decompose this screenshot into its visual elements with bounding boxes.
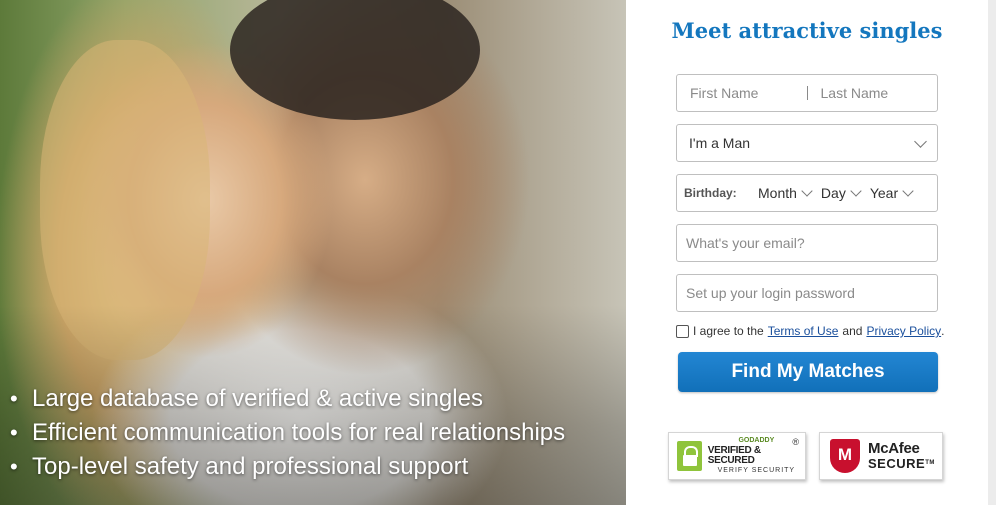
terms-agreement: I agree to the Terms of Use and Privacy … — [676, 324, 944, 338]
email-input[interactable] — [677, 225, 937, 261]
find-matches-button[interactable]: Find My Matches — [678, 352, 938, 392]
chevron-down-icon — [902, 185, 914, 197]
godaddy-badge[interactable]: GODADDY VERIFIED & SECURED VERIFY SECURI… — [668, 432, 806, 480]
feature-item: • Top-level safety and professional suppo… — [10, 453, 469, 480]
birthday-day-select[interactable]: Day — [821, 185, 862, 201]
birthday-month-select[interactable]: Month — [758, 185, 813, 201]
lock-icon — [677, 441, 702, 471]
password-input[interactable] — [677, 275, 937, 311]
page-margin — [988, 0, 996, 505]
agree-text: I agree to the — [693, 324, 764, 338]
signup-panel: Meet attractive singles I'm a Man Birthd… — [626, 0, 988, 505]
feature-item: • Efficient communication tools for real … — [10, 419, 566, 446]
chevron-down-icon — [914, 134, 927, 148]
photo-detail — [230, 0, 480, 120]
chevron-down-icon — [801, 185, 813, 197]
birthday-year-select[interactable]: Year — [870, 185, 914, 201]
last-name-input[interactable] — [807, 75, 937, 111]
birthday-field: Birthday: Month Day Year — [676, 174, 938, 212]
first-name-input[interactable] — [677, 75, 807, 111]
name-field — [676, 74, 938, 112]
birthday-label: Birthday: — [684, 186, 737, 200]
terms-link[interactable]: Terms of Use — [768, 324, 839, 338]
gender-value: I'm a Man — [689, 135, 751, 151]
hero-photo: • Large database of verified & active sin… — [0, 0, 626, 505]
feature-list: • Large database of verified & active sin… — [10, 382, 565, 484]
privacy-link[interactable]: Privacy Policy — [866, 324, 941, 338]
mcafee-badge[interactable]: M McAfee SECURETM — [819, 432, 943, 480]
feature-item: • Large database of verified & active sin… — [10, 385, 483, 412]
mcafee-shield-icon: M — [830, 439, 860, 473]
gender-select[interactable]: I'm a Man — [676, 124, 938, 162]
agree-checkbox[interactable] — [676, 324, 689, 338]
email-field — [676, 224, 938, 262]
password-field — [676, 274, 938, 312]
form-title: Meet attractive singles — [671, 18, 943, 43]
and-text: and — [842, 324, 863, 338]
chevron-down-icon — [850, 185, 862, 197]
